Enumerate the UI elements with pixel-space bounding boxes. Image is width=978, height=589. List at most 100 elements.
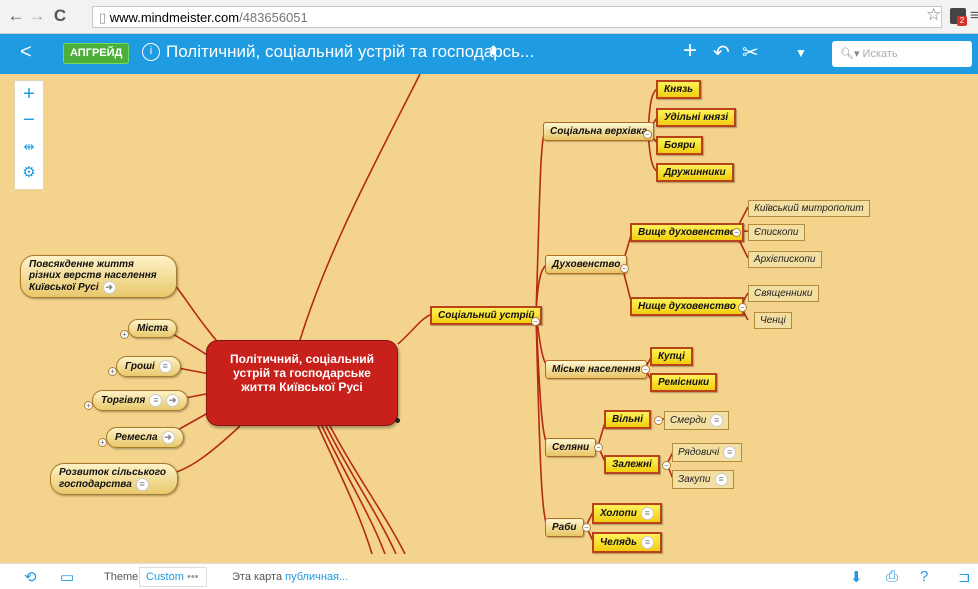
back-arrow-icon[interactable]: ← [6,6,26,26]
link-arrow-icon[interactable]: ➜ [102,281,116,294]
info-icon[interactable]: i [142,43,160,61]
history-icon[interactable]: ⟲ [24,568,37,586]
node-metropolitan[interactable]: Київський митрополит [748,200,870,217]
note-icon[interactable]: ≡ [158,360,172,373]
connect-icon[interactable]: ↶ [713,40,730,65]
node-agriculture-label: Розвиток сільського господарства [59,467,166,491]
visibility-status: Эта карта публичная... [232,571,348,583]
collapse-toggle-icon[interactable]: − [732,228,741,237]
link-arrow-icon[interactable]: ➜ [161,431,175,444]
central-topic[interactable]: Політичний, соціальний устрій та господа… [206,340,398,426]
node-slaves[interactable]: Раби [545,518,584,537]
note-icon[interactable]: ≡ [714,473,728,486]
collapse-toggle-icon[interactable]: − [654,416,663,425]
node-crafts[interactable]: Ремесла ➜ [106,427,184,448]
url-path: /483656051 [239,10,308,25]
url-host: www.mindmeister.com [109,10,240,25]
node-daily-life[interactable]: Повсякденне життя різних верств населенн… [20,255,177,298]
expand-toggle-icon[interactable]: + [84,401,93,410]
reload-icon[interactable]: C [50,6,70,26]
upgrade-button[interactable]: АПГРЕЙД [63,43,130,64]
node-kholopy[interactable]: Холопи ≡ [592,503,662,524]
note-icon[interactable]: ≡ [641,536,654,549]
node-boyars[interactable]: Бояри [656,136,704,155]
node-clergy[interactable]: Духовенство [545,255,628,274]
node-merchants[interactable]: Купці [650,347,693,366]
node-ryadovychi[interactable]: Рядовичі ≡ [672,443,743,462]
public-prefix: Эта карта [232,571,283,583]
public-link[interactable]: публичная... [285,571,348,583]
node-priests[interactable]: Священники [748,285,819,302]
address-bar[interactable]: ▯ www.mindmeister.com/483656051 [92,6,942,28]
node-smerdy[interactable]: Смерди ≡ [664,411,730,430]
collapse-toggle-icon[interactable]: − [641,365,650,374]
browser-menu-icon[interactable]: ≡ [970,7,978,24]
node-cities[interactable]: Міста [128,319,178,338]
node-higher-clergy[interactable]: Вище духовенство [630,223,744,242]
mindmap-canvas[interactable]: Політичний, соціальний устрій та господа… [0,74,978,554]
node-peasants[interactable]: Селяни [545,438,597,457]
theme-value: Custom [146,571,184,583]
settings-gear-icon[interactable]: ⚙ [15,163,43,181]
fit-map-icon[interactable]: ⇹ [15,139,43,155]
add-node-icon[interactable]: + [683,37,697,65]
node-appanage-princes[interactable]: Удільні князі [656,108,737,127]
collapse-toggle-icon[interactable]: − [620,264,629,273]
note-icon[interactable]: ≡ [723,446,737,459]
node-money[interactable]: Гроші ≡ [116,356,181,377]
node-retinue[interactable]: Дружинники [656,163,734,182]
node-free-peasants[interactable]: Вільні [604,410,651,429]
node-archbishops[interactable]: Архієпископи [748,251,822,268]
zoom-out-icon[interactable]: − [15,109,43,132]
zoom-in-icon[interactable]: + [15,83,43,106]
dropdown-icon[interactable]: ▼ [795,46,807,60]
note-icon[interactable]: ≡ [149,394,163,407]
forward-arrow-icon[interactable]: → [27,6,47,26]
node-chelyad[interactable]: Челядь ≡ [592,532,662,553]
download-icon[interactable]: ⬇ [850,568,863,586]
cut-icon[interactable]: ✂ [742,40,759,65]
node-kholopy-label: Холопи [600,508,637,520]
collapse-toggle-icon[interactable]: − [643,130,652,139]
node-smerdy-label: Смерди [670,415,707,427]
note-icon[interactable]: ≡ [710,414,724,427]
expand-toggle-icon[interactable]: + [120,330,129,339]
collapse-toggle-icon[interactable]: − [531,317,540,326]
node-trade-label: Торгівля [101,395,146,407]
sidebar-toggle-icon[interactable]: ⊐ [958,568,971,586]
collapse-toggle-icon[interactable]: − [582,523,591,532]
note-icon[interactable]: ≡ [640,507,654,520]
print-icon[interactable]: ⎙ [886,568,898,585]
node-social-structure[interactable]: Соціальний устрій [430,306,543,325]
link-arrow-icon[interactable]: ➜ [166,394,180,407]
note-icon[interactable]: ≡ [135,478,149,491]
node-chelyad-label: Челядь [600,537,637,549]
node-monks[interactable]: Ченці [754,312,792,329]
node-zakupy[interactable]: Закупи ≡ [672,470,734,489]
node-urban-population[interactable]: Міське населення [545,360,648,379]
node-ryadovychi-label: Рядовичі [678,447,720,459]
node-lower-clergy[interactable]: Нище духовенство [630,297,744,316]
node-prince[interactable]: Князь [656,80,702,99]
node-artisans[interactable]: Ремісники [650,373,718,392]
search-input[interactable]: 🔍︎▾ Искать [832,41,972,67]
bookmark-star-icon[interactable]: ☆ [926,5,941,25]
expand-toggle-icon[interactable]: + [108,367,117,376]
help-icon[interactable]: ? [920,568,928,585]
expand-toggle-icon[interactable]: + [98,438,107,447]
node-elite[interactable]: Соціальна верхівка [543,122,655,141]
node-dependent-peasants[interactable]: Залежні [604,455,660,474]
collapse-toggle-icon[interactable]: − [594,443,603,452]
back-chevron-icon[interactable]: < [20,41,32,64]
title-menu-icon[interactable]: ⬍ [488,43,499,59]
node-agriculture[interactable]: Розвиток сільського господарства ≡ [50,463,178,495]
node-trade[interactable]: Торгівля ≡ ➜ [92,390,189,411]
map-title[interactable]: Політичний, соціальний устрій та господа… [166,42,534,62]
presentation-icon[interactable]: ▭ [60,568,74,586]
collapse-toggle-icon[interactable]: − [662,461,671,470]
node-bishops[interactable]: Єпископи [748,224,805,241]
resize-handle[interactable] [395,418,400,423]
theme-selector[interactable]: Custom ••• [139,567,207,587]
collapse-toggle-icon[interactable]: − [738,303,747,312]
node-cities-label: Міста [137,323,169,334]
